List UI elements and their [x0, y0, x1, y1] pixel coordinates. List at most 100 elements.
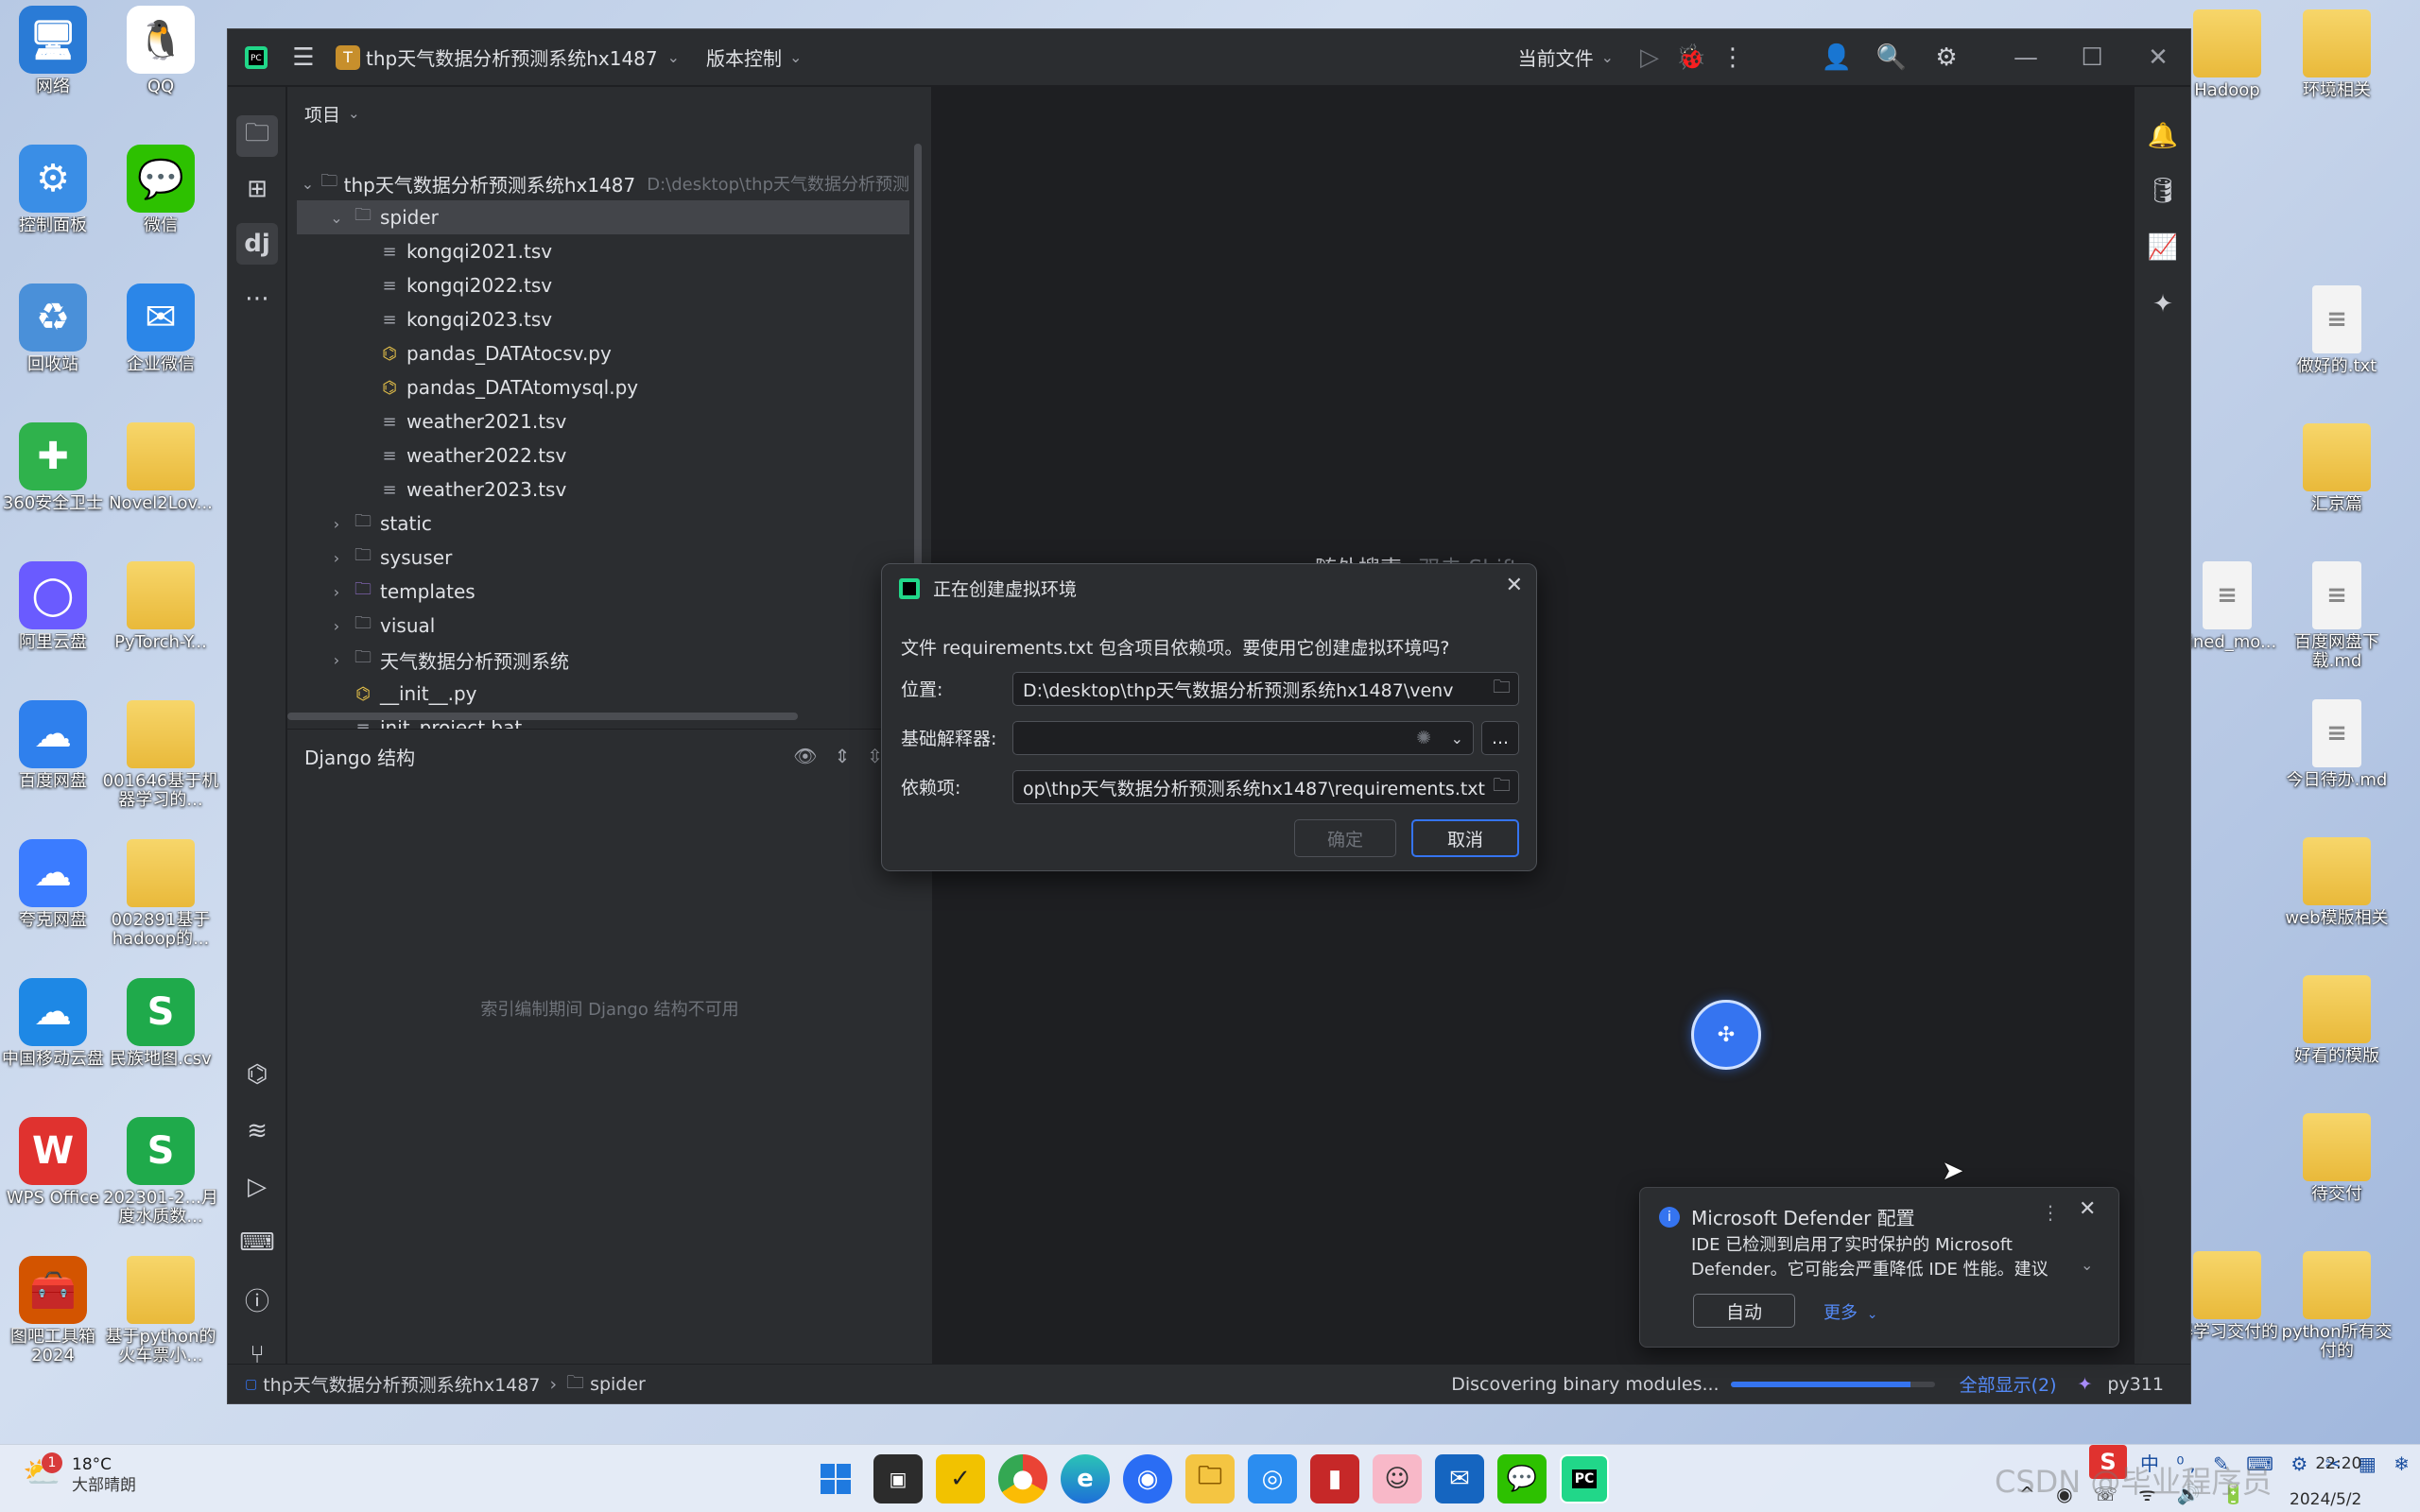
breadcrumb-project[interactable]: thp天气数据分析预测系统hx1487	[263, 1371, 540, 1397]
chevron-down-icon[interactable]: ⌄	[1451, 730, 1463, 747]
cancel-button[interactable]: 取消	[1411, 819, 1519, 857]
notifications-icon[interactable]: 🔔	[2142, 115, 2184, 157]
desktop-icon[interactable]: ☁ 百度网盘	[0, 700, 110, 833]
desktop-icon[interactable]: 🐧 QQ	[104, 6, 217, 138]
search-app-icon[interactable]: ◎	[1248, 1454, 1297, 1503]
start-windows-icon[interactable]	[811, 1454, 860, 1503]
interpreter-status[interactable]: py311	[2107, 1374, 2164, 1395]
desktop-icon[interactable]: python所有交付的	[2280, 1251, 2394, 1383]
desktop-icon[interactable]: ≡ 百度网盘下载.md	[2280, 561, 2394, 694]
project-panel-header[interactable]: 项目 ⌄	[287, 87, 931, 140]
tree-item[interactable]: ⌄ 🗀 thp天气数据分析预测系统hx1487 D:\desktop\thp天气数据分…	[297, 166, 909, 200]
desktop-icon[interactable]: ≡ 做好的.txt	[2280, 285, 2394, 418]
main-menu-icon[interactable]: ☰	[283, 37, 324, 78]
tree-item[interactable]: › 🗀 天气数据分析预测系统	[297, 643, 909, 677]
eye-icon[interactable]: 👁	[793, 745, 817, 767]
tree-item[interactable]: ≡ weather2023.tsv	[297, 472, 909, 507]
ai-status-icon[interactable]: ✦	[2078, 1374, 2093, 1395]
browse-folder-icon[interactable]: 🗀	[1493, 674, 1511, 704]
browse-folder-icon[interactable]: 🗀	[1488, 772, 1511, 802]
tree-horizontal-scrollbar[interactable]	[287, 713, 798, 720]
desktop-icon[interactable]: 汇京篇	[2280, 423, 2394, 556]
project-folder-icon[interactable]: 🗀	[236, 115, 278, 157]
task-view-icon[interactable]: ▣	[873, 1454, 923, 1503]
database-icon[interactable]: 🛢	[2142, 170, 2184, 212]
desktop-icon[interactable]: 待交付	[2280, 1113, 2394, 1246]
expand-all-icon[interactable]: ⇕	[834, 745, 850, 767]
desktop-icon[interactable]: 💬 微信	[104, 145, 217, 277]
chevron-right-icon[interactable]: ›	[323, 583, 350, 601]
desktop-icon[interactable]: PyTorch-Y...	[104, 561, 217, 694]
file-explorer-icon[interactable]: 🗀	[1185, 1454, 1235, 1503]
pycharm-taskbar-icon[interactable]: PC	[1560, 1454, 1609, 1503]
vcs-menu[interactable]: 版本控制 ⌄	[706, 43, 802, 71]
desktop-icon[interactable]: ☁ 中国移动云盘	[0, 978, 110, 1110]
desktop-icon[interactable]: S 202301-2...月度水质数...	[103, 1117, 218, 1249]
tree-item[interactable]: › 🗀 visual	[297, 609, 909, 643]
tree-item[interactable]: ≡ weather2022.tsv	[297, 438, 909, 472]
dialog-close-icon[interactable]: ✕	[1506, 574, 1523, 597]
maximize-icon[interactable]: ☐	[2071, 37, 2113, 78]
mail-app-icon[interactable]: ✉	[1435, 1454, 1484, 1503]
tree-item[interactable]: ≡ weather2021.tsv	[297, 404, 909, 438]
avatar-app-icon[interactable]: ☺	[1373, 1454, 1422, 1503]
desktop-icon[interactable]: 好看的模版	[2280, 975, 2394, 1108]
desktop-icon[interactable]: ⚙ 控制面板	[0, 145, 110, 277]
python-console-icon[interactable]: ⌬	[236, 1054, 278, 1095]
ok-button[interactable]: 确定	[1294, 819, 1396, 857]
show-all-tasks-link[interactable]: 全部显示(2)	[1960, 1371, 2057, 1397]
desktop-icon[interactable]: ☁ 夸克网盘	[0, 839, 110, 971]
desktop-icon[interactable]: Novel2Lov...	[104, 422, 217, 555]
sciview-icon[interactable]: 📈	[2142, 227, 2184, 268]
tree-item[interactable]: › 🗀 templates	[297, 575, 909, 609]
desktop-icon[interactable]: 001646基于机器学习的...	[103, 700, 218, 833]
desktop-icon[interactable]: 环境相关	[2280, 9, 2394, 142]
ai-assistant-icon[interactable]: ✦	[2142, 284, 2184, 325]
structure-icon[interactable]: ⊞	[236, 168, 278, 210]
edge-icon[interactable]: e	[1061, 1454, 1110, 1503]
terminal-icon[interactable]: ⌨	[236, 1222, 278, 1263]
tree-item[interactable]: ⌬ __init__.py	[297, 677, 909, 711]
notification-options-icon[interactable]: ⋮	[2041, 1201, 2060, 1224]
desktop-icon[interactable]: ◯ 阿里云盘	[0, 561, 110, 694]
chevron-right-icon[interactable]: ›	[323, 549, 350, 567]
tree-item[interactable]: › 🗀 sysuser	[297, 541, 909, 575]
run-config-selector[interactable]: 当前文件 ⌄	[1518, 43, 1614, 71]
weather-widget[interactable]: ⛅ 1 18°C 大部晴朗	[23, 1452, 136, 1496]
more-actions-icon[interactable]: ⋮	[1712, 37, 1754, 78]
chrome-icon[interactable]: ●	[998, 1454, 1047, 1503]
layers-icon[interactable]: ≋	[236, 1110, 278, 1152]
chevron-down-icon[interactable]: ⌄	[323, 209, 350, 227]
clock[interactable]: 22:20 2024/5/2	[2290, 1452, 2361, 1511]
chevron-down-icon[interactable]: ⌄	[297, 175, 319, 193]
chevron-right-icon[interactable]: ›	[323, 515, 350, 533]
desktop-icon[interactable]: S 民族地图.csv	[104, 978, 217, 1110]
app-blue-icon[interactable]: ◉	[1123, 1454, 1172, 1503]
location-field[interactable]: D:\desktop\thp天气数据分析预测系统hx1487\venv 🗀	[1012, 672, 1519, 706]
run-icon[interactable]: ▷	[1629, 37, 1670, 78]
tree-item[interactable]: ≡ kongqi2021.tsv	[297, 234, 909, 268]
project-switcher[interactable]: T thp天气数据分析预测系统hx1487 ⌄	[336, 43, 680, 71]
desktop-icon[interactable]: 🧰 图吧工具箱2024	[0, 1256, 110, 1388]
desktop-icon[interactable]: ✉ 企业微信	[104, 284, 217, 416]
red-app-icon[interactable]: ▮	[1310, 1454, 1359, 1503]
auto-button[interactable]: 自动	[1693, 1294, 1795, 1328]
tree-item[interactable]: ≡ kongqi2023.tsv	[297, 302, 909, 336]
tree-item[interactable]: ⌬ pandas_DATAtocsv.py	[297, 336, 909, 370]
tree-item[interactable]: ≡ kongqi2022.tsv	[297, 268, 909, 302]
more-link[interactable]: 更多 ⌄	[1824, 1299, 1877, 1324]
norton-icon[interactable]: ✓	[936, 1454, 985, 1503]
tree-item[interactable]: ⌄ 🗀 spider	[297, 200, 909, 234]
debug-icon[interactable]: 🐞	[1670, 37, 1712, 78]
problems-icon[interactable]: ⓘ	[236, 1279, 278, 1320]
deps-field[interactable]: op\thp天气数据分析预测系统hx1487\requirements.txt …	[1012, 770, 1519, 804]
desktop-icon[interactable]: 002891基于hadoop的...	[104, 839, 217, 971]
desktop-icon[interactable]: ✚ 360安全卫士	[0, 422, 110, 555]
tree-item[interactable]: ⌬ pandas_DATAtomysql.py	[297, 370, 909, 404]
settings-gear-icon[interactable]: ⚙	[1926, 37, 1967, 78]
chevron-right-icon[interactable]: ›	[323, 651, 350, 669]
notification-close-icon[interactable]: ✕	[2079, 1197, 2096, 1221]
add-user-icon[interactable]: 👤	[1816, 37, 1858, 78]
services-icon[interactable]: ▷	[236, 1166, 278, 1208]
desktop-icon[interactable]: 🖥 网络	[0, 6, 110, 138]
